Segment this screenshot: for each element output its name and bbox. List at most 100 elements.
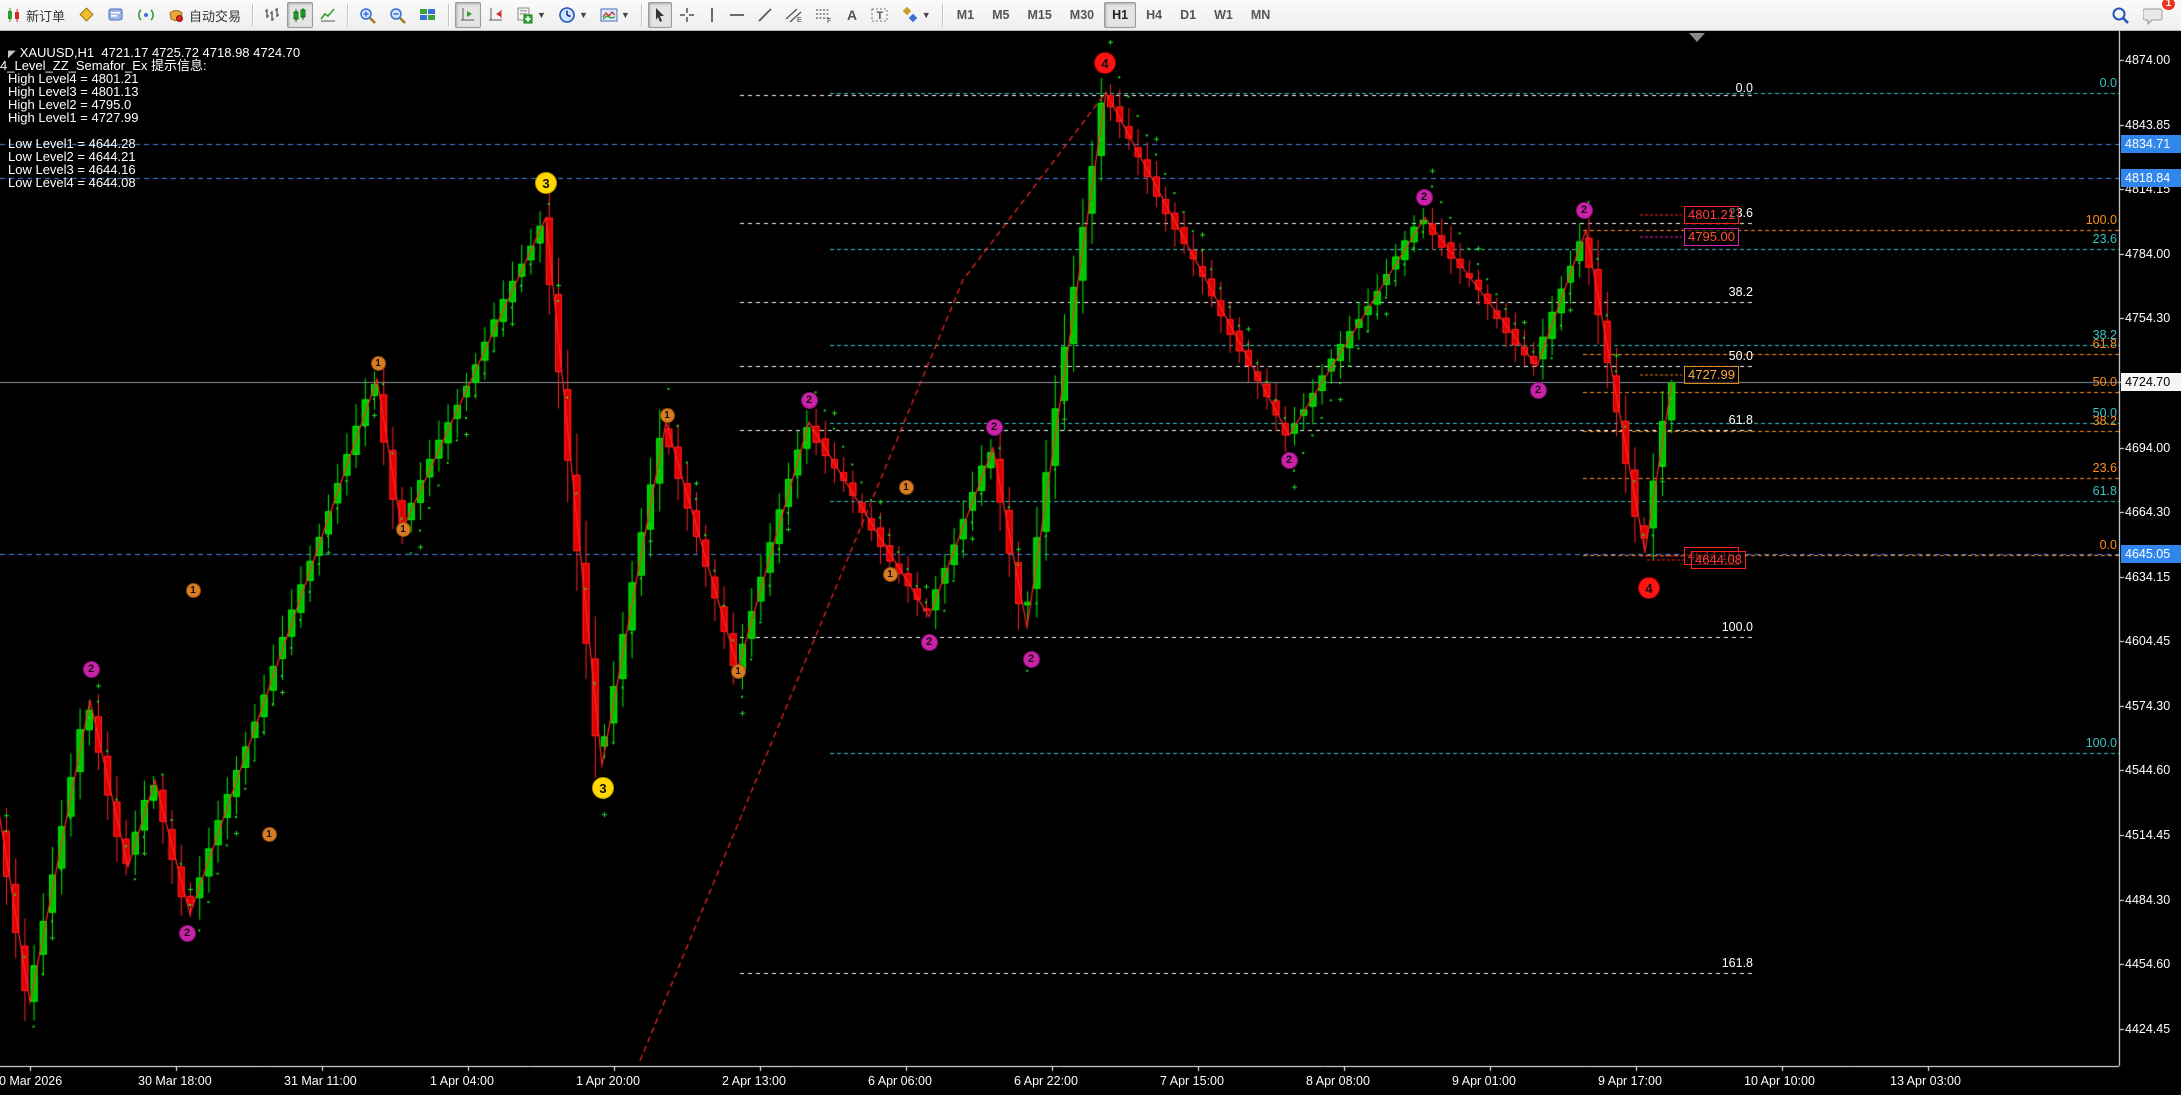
chevron-down-icon[interactable]: ▼: [922, 10, 931, 20]
semafor-magenta-badge: 2: [921, 634, 938, 651]
time-tick: 30 Mar 18:00: [138, 1074, 212, 1088]
vline-button[interactable]: [702, 2, 722, 28]
cursor-button[interactable]: [648, 2, 672, 28]
semafor-magenta-badge: 2: [1530, 382, 1547, 399]
price-tick: 4514.45: [2125, 828, 2170, 842]
time-tick: 30 Mar 2026: [0, 1074, 62, 1088]
semafor-magenta-badge: 2: [1281, 452, 1298, 469]
price-tick: 4634.15: [2125, 570, 2170, 584]
price-tick: 4694.00: [2125, 441, 2170, 455]
templates-button[interactable]: ▼: [595, 2, 635, 28]
timeframe-m15-button[interactable]: M15: [1019, 2, 1059, 28]
time-tick: 13 Apr 03:00: [1890, 1074, 1961, 1088]
chart-shift-marker[interactable]: [1689, 33, 1705, 42]
toolbar-separator: [252, 4, 253, 26]
trendline-icon: [757, 7, 773, 23]
price-axis[interactable]: 4874.004843.854814.154784.004754.304724.…: [2121, 30, 2181, 1066]
periods-button[interactable]: ▼: [553, 2, 593, 28]
svg-text:F: F: [827, 18, 831, 23]
chart-canvas[interactable]: [0, 0, 2181, 1095]
chevron-down-icon[interactable]: ▼: [579, 10, 588, 20]
time-axis[interactable]: 30 Mar 202630 Mar 18:0031 Mar 11:001 Apr…: [0, 1068, 2181, 1095]
cursor-icon: [653, 7, 667, 23]
semafor-price-label[interactable]: 4801.21: [1684, 206, 1739, 224]
text-button[interactable]: A: [840, 2, 864, 28]
price-tick: 4754.30: [2125, 311, 2170, 325]
line-chart-button[interactable]: [315, 2, 341, 28]
crosshair-button[interactable]: [674, 2, 700, 28]
timeframe-mn-button[interactable]: MN: [1243, 2, 1278, 28]
timeframe-d1-button[interactable]: D1: [1172, 2, 1204, 28]
semafor-orange-badge: 1: [660, 408, 675, 423]
time-tick: 9 Apr 17:00: [1598, 1074, 1662, 1088]
semafor-low-levels: Low Level1 = 4644.28Low Level2 = 4644.21…: [0, 137, 136, 189]
timeframe-w1-button[interactable]: W1: [1206, 2, 1241, 28]
label-button[interactable]: T: [866, 2, 894, 28]
fibo-icon: F: [815, 7, 833, 23]
autoscroll-icon: [460, 7, 476, 23]
signals-button[interactable]: [132, 2, 160, 28]
semafor-price-label[interactable]: 4644.08: [1691, 551, 1746, 569]
fib-orange-level-label: 38.2: [2047, 414, 2117, 428]
timeframe-m1-button[interactable]: M1: [949, 2, 982, 28]
semafor-magenta-badge: 2: [1023, 651, 1040, 668]
mt4-window: 新订单自动交易▼▼▼EFAT▼M1M5M15M30H1H4D1W1MN1 ◤XA…: [0, 0, 2181, 1095]
texta-icon: A: [845, 7, 859, 23]
channel-button[interactable]: E: [780, 2, 808, 28]
semafor-orange-badge: 1: [883, 567, 898, 582]
semafor-orange-badge: 1: [371, 356, 386, 371]
price-tick: 4604.45: [2125, 634, 2170, 648]
auto-trading-button[interactable]: 自动交易: [162, 2, 246, 28]
new-chart-button[interactable]: ▼: [511, 2, 551, 28]
price-tick: 4664.30: [2125, 505, 2170, 519]
candle-chart-button[interactable]: [287, 2, 313, 28]
price-level-badge: 4834.71: [2121, 135, 2181, 153]
semafor-magenta-badge: 2: [1576, 202, 1593, 219]
linechart-icon: [320, 7, 336, 23]
semafor-price-label[interactable]: 4727.99: [1684, 366, 1739, 384]
chevron-down-icon[interactable]: ▼: [621, 10, 630, 20]
timeframe-m5-button[interactable]: M5: [984, 2, 1017, 28]
template-icon: [600, 7, 618, 23]
price-level-badge: 4818.84: [2121, 169, 2181, 187]
new-order-button-label: 新订单: [26, 6, 65, 25]
new-order-button[interactable]: 新订单: [1, 2, 70, 28]
shapes-button[interactable]: ▼: [896, 2, 936, 28]
chart-shift-button[interactable]: [483, 2, 509, 28]
fibonacci-button[interactable]: F: [810, 2, 838, 28]
chevron-down-icon[interactable]: ▼: [537, 10, 546, 20]
trendline-button[interactable]: [752, 2, 778, 28]
svg-text:E: E: [797, 17, 802, 23]
auto-scroll-button[interactable]: [455, 2, 481, 28]
fib-white-level-label: 161.8: [1683, 956, 1753, 970]
tiles-icon: [419, 7, 437, 23]
bar-chart-button[interactable]: [259, 2, 285, 28]
price-tick: 4784.00: [2125, 247, 2170, 261]
semafor-orange-badge: 1: [262, 827, 277, 842]
semafor-red-badge: 4: [1094, 52, 1116, 74]
price-tick: 4574.30: [2125, 699, 2170, 713]
zoom-out-button[interactable]: [384, 2, 412, 28]
fib-orange-level-label: 61.8: [2047, 337, 2117, 351]
semafor-magenta-badge: 2: [1416, 189, 1433, 206]
svg-text:A: A: [847, 7, 857, 23]
timeframe-m30-button[interactable]: M30: [1062, 2, 1102, 28]
search-icon: [2111, 6, 2131, 25]
semafor-price-label[interactable]: 4795.00: [1684, 228, 1739, 246]
newchart-icon: [516, 7, 534, 24]
hline-button[interactable]: [724, 2, 750, 28]
semafor-magenta-badge: 2: [986, 419, 1003, 436]
notifications-chat-button[interactable]: 1: [2138, 2, 2170, 28]
navigator-button[interactable]: [102, 2, 130, 28]
search-button[interactable]: [2106, 2, 2136, 28]
semafor-magenta-badge: 2: [83, 661, 100, 678]
timeframe-h4-button[interactable]: H4: [1138, 2, 1170, 28]
fib-white-level-label: 61.8: [1683, 413, 1753, 427]
semafor-high-levels: High Level4 = 4801.21High Level3 = 4801.…: [0, 72, 138, 124]
tile-windows-button[interactable]: [414, 2, 442, 28]
zoom-in-button[interactable]: [354, 2, 382, 28]
market-watch-button[interactable]: [72, 2, 100, 28]
timeframe-h1-button[interactable]: H1: [1104, 2, 1136, 28]
fib-teal-level-label: 23.6: [2047, 232, 2117, 246]
chartshift-icon: [488, 7, 504, 23]
